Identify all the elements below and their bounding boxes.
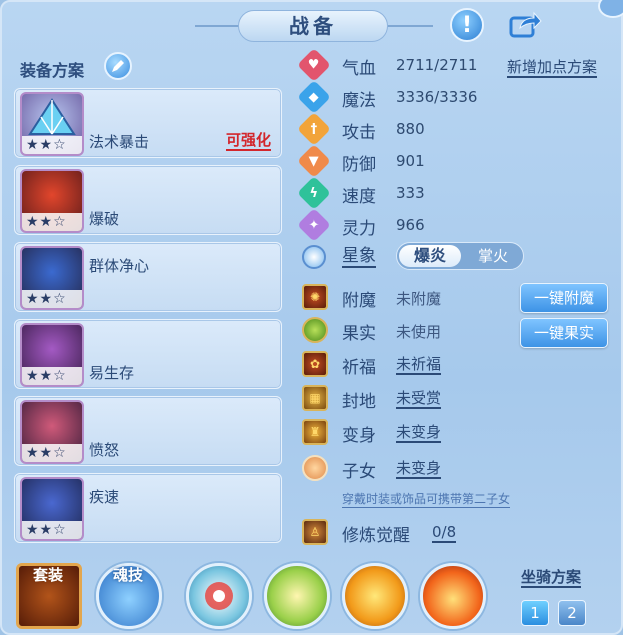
stat-def: ▼ 防御 901	[297, 144, 610, 178]
equip-name: 法术暴击	[89, 133, 150, 151]
fruit-icon	[302, 317, 328, 343]
stat-label: 防御	[342, 155, 376, 175]
toggle-option-inactive[interactable]: 掌火	[465, 245, 521, 267]
stat-label: 气血	[342, 59, 376, 79]
new-plan-link[interactable]: 新增加点方案	[507, 58, 598, 78]
equip-name: 易生存	[89, 364, 135, 382]
toggle-option-active[interactable]: 爆炎	[399, 245, 461, 267]
stat-label: 封地	[342, 392, 376, 412]
skill-slot-3[interactable]	[342, 563, 408, 629]
land-link[interactable]: 未受赏	[396, 389, 442, 409]
stat-label: 附魔	[342, 291, 376, 311]
stat-spirit: ✦ 灵力 966	[297, 208, 610, 242]
stat-atk: † 攻击 880	[297, 112, 610, 146]
stat-label: 修炼觉醒	[342, 526, 410, 546]
star-label[interactable]: 星象	[342, 246, 376, 268]
stat-label: 攻击	[342, 123, 376, 143]
stat-mp: ◆ 魔法 3336/3336	[297, 80, 610, 114]
stat-value: 3336/3336	[396, 88, 478, 106]
cultivate-icon: ♙	[302, 519, 328, 545]
stat-label: 灵力	[342, 219, 376, 239]
stat-label: 魔法	[342, 91, 376, 111]
equip-name: 爆破	[89, 210, 120, 228]
star-rating: ★★☆	[22, 136, 82, 154]
land-row: ▦ 封地 未受赏	[300, 385, 610, 413]
title-ornament-left	[195, 25, 240, 27]
spirit-icon: ✦	[297, 208, 331, 242]
mount-plan-title[interactable]: 坐骑方案	[521, 568, 582, 588]
suit-label: 套装	[32, 566, 63, 584]
mount-plan-2-button[interactable]: 2	[558, 600, 586, 626]
stat-value: 333	[396, 184, 425, 202]
star-rating: ★★☆	[22, 290, 82, 308]
stat-spd: ϟ 速度 333	[297, 176, 610, 210]
necklace-icon: ★★☆	[20, 323, 84, 387]
bless-link[interactable]: 未祈福	[396, 355, 442, 375]
star-rating: ★★☆	[22, 444, 82, 462]
second-child-hint[interactable]: 穿戴时装或饰品可携带第二子女	[342, 492, 511, 508]
speed-icon: ϟ	[297, 176, 331, 210]
star-rating: ★★☆	[22, 521, 82, 539]
stat-label: 速度	[342, 187, 376, 207]
star-toggle[interactable]: 爆炎 掌火	[396, 242, 524, 270]
stat-value: 2711/2711	[396, 56, 478, 74]
stat-label: 果实	[342, 324, 376, 344]
shield-icon: ▼	[297, 144, 331, 178]
skill-slot-1[interactable]	[186, 563, 252, 629]
transform-link[interactable]: 未变身	[396, 423, 442, 443]
equip-name: 群体净心	[89, 257, 150, 275]
skill-slot-2[interactable]	[264, 563, 330, 629]
armor-icon: ★★☆	[20, 477, 84, 541]
child-row: 子女 未变身	[300, 455, 610, 483]
equip-plan-title: 装备方案	[20, 61, 85, 80]
edit-icon[interactable]	[104, 52, 132, 80]
stat-label: 祈福	[342, 358, 376, 378]
equip-item-5[interactable]: ★★☆ 疾速	[14, 473, 282, 543]
soul-skill-label: 魂技	[112, 566, 143, 584]
heart-icon: ♥	[297, 48, 331, 82]
equip-item-2[interactable]: ★★☆ 群体净心	[14, 242, 282, 312]
share-icon[interactable]	[508, 8, 542, 42]
belt-icon: ★★☆	[20, 400, 84, 464]
child-link[interactable]: 未变身	[396, 459, 442, 479]
stat-label: 变身	[342, 426, 376, 446]
one-click-enchant-button[interactable]: 一键附魔	[520, 283, 608, 313]
mount-plan-1-button[interactable]: 1	[521, 600, 549, 626]
stat-label: 子女	[342, 462, 376, 482]
fruit-value: 未使用	[396, 323, 442, 341]
equip-item-4[interactable]: ★★☆ 愤怒	[14, 396, 282, 466]
sphere-icon: ★★☆	[20, 169, 84, 233]
equip-item-3[interactable]: ★★☆ 易生存	[14, 319, 282, 389]
stat-value: 966	[396, 216, 425, 234]
child-icon	[302, 455, 328, 481]
fan-icon: ★★☆	[20, 92, 84, 156]
stat-value: 880	[396, 120, 425, 138]
mask-icon: ★★☆	[20, 246, 84, 310]
stat-value: 901	[396, 152, 425, 170]
bless-icon: ✿	[302, 351, 328, 377]
equip-item-1[interactable]: ★★☆ 爆破	[14, 165, 282, 235]
bless-row: ✿ 祈福 未祈福	[300, 351, 610, 379]
equip-name: 愤怒	[89, 441, 120, 459]
one-click-fruit-button[interactable]: 一键果实	[520, 318, 608, 348]
title-ornament-right	[388, 25, 433, 27]
enhance-link[interactable]: 可强化	[225, 131, 271, 151]
star-icon	[302, 245, 326, 269]
page-title: 战备	[238, 10, 388, 42]
transform-icon: ♜	[302, 419, 328, 445]
star-rating: ★★☆	[22, 213, 82, 231]
enchant-value: 未附魔	[396, 290, 442, 308]
equip-name: 疾速	[89, 488, 120, 506]
cultivate-row: ♙ 修炼觉醒 0/8	[300, 519, 610, 547]
help-icon[interactable]: !	[450, 8, 484, 42]
mana-icon: ◆	[297, 80, 331, 114]
enchant-icon: ✺	[302, 284, 328, 310]
skill-slot-4[interactable]	[420, 563, 486, 629]
sword-icon: †	[297, 112, 331, 146]
star-rating: ★★☆	[22, 367, 82, 385]
land-icon: ▦	[302, 385, 328, 411]
equip-item-0[interactable]: ★★☆ 法术暴击 可强化	[14, 88, 282, 158]
transform-row: ♜ 变身 未变身	[300, 419, 610, 447]
cultivate-value[interactable]: 0/8	[432, 523, 457, 543]
